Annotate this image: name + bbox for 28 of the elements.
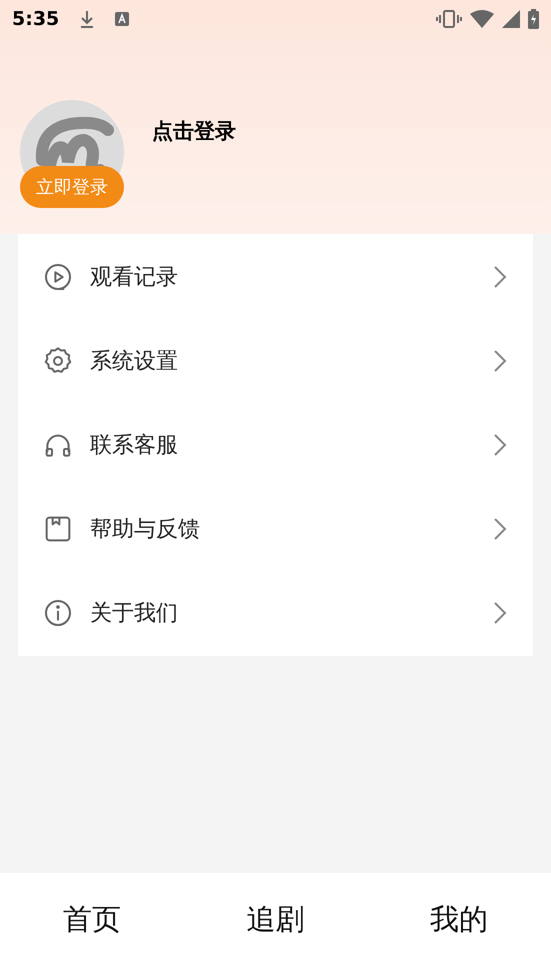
menu-item[interactable]: 观看记录 bbox=[18, 235, 533, 319]
status-time: 5:35 bbox=[12, 6, 60, 32]
login-prompt[interactable]: 点击登录 bbox=[152, 116, 236, 148]
keyboard-icon bbox=[115, 12, 130, 26]
chevron-right-icon bbox=[493, 517, 507, 541]
menu-item[interactable]: 联系客服 bbox=[18, 403, 533, 487]
menu-label: 关于我们 bbox=[90, 600, 179, 628]
chevron-right-icon bbox=[493, 349, 507, 373]
menu-label: 观看记录 bbox=[90, 264, 179, 292]
vibrate-icon bbox=[436, 10, 462, 28]
menu-item[interactable]: 系统设置 bbox=[18, 319, 533, 403]
chevron-right-icon bbox=[493, 601, 507, 625]
menu-item[interactable]: 帮助与反馈 bbox=[18, 487, 533, 571]
menu-label: 系统设置 bbox=[90, 348, 179, 376]
menu-item[interactable]: 关于我们 bbox=[18, 571, 533, 655]
wifi-icon bbox=[470, 10, 494, 28]
menu-label: 联系客服 bbox=[90, 432, 179, 460]
battery-icon bbox=[528, 9, 539, 29]
chevron-right-icon bbox=[493, 265, 507, 289]
info-icon bbox=[42, 597, 74, 629]
nav-tab[interactable]: 我的 bbox=[367, 898, 551, 950]
play-circle-icon bbox=[42, 261, 74, 293]
nav-tab[interactable]: 首页 bbox=[0, 898, 184, 950]
chevron-right-icon bbox=[493, 433, 507, 457]
download-icon bbox=[79, 10, 96, 28]
menu-label: 帮助与反馈 bbox=[90, 516, 201, 544]
nav-tab[interactable]: 追剧 bbox=[184, 898, 368, 950]
signal-icon bbox=[502, 10, 520, 28]
